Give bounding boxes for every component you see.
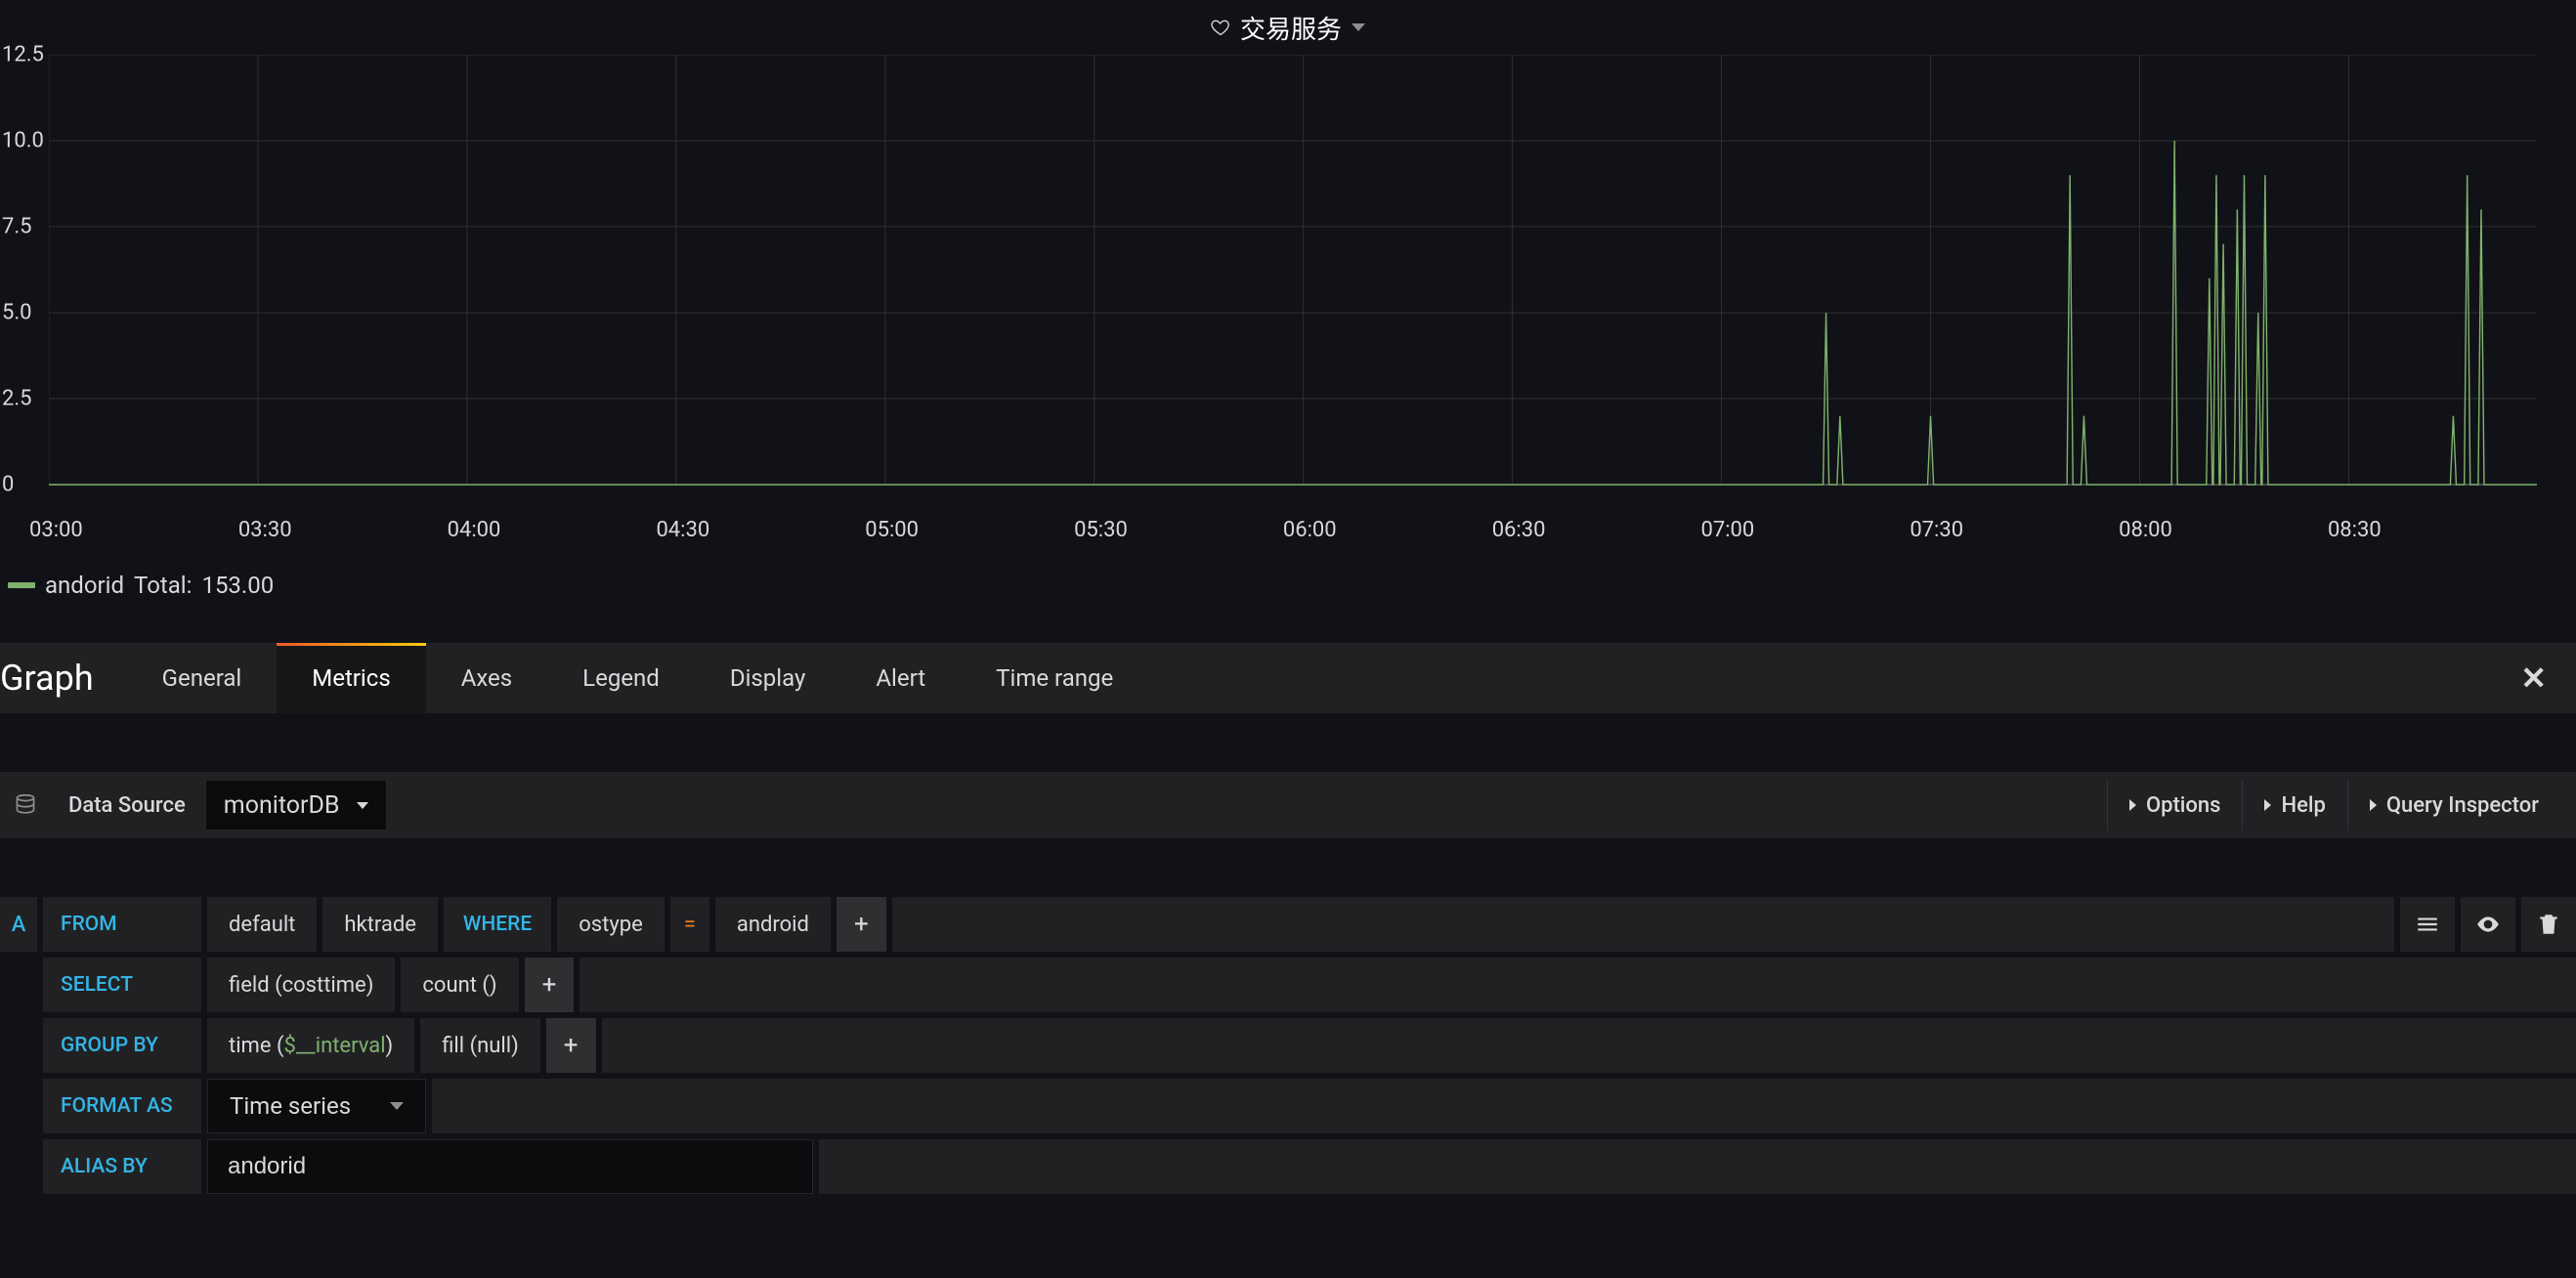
query-row-alias: ALIAS BY: [0, 1139, 2576, 1194]
y-tick-label: 5.0: [2, 301, 32, 325]
select-label: SELECT: [43, 958, 201, 1012]
x-tick-label: 05:30: [1074, 518, 1283, 561]
add-select-button[interactable]: +: [525, 958, 575, 1012]
editor-tab-bar: Graph GeneralMetricsAxesLegendDisplayAle…: [0, 643, 2576, 713]
add-where-button[interactable]: +: [837, 897, 886, 952]
x-tick-label: 08:30: [2328, 518, 2537, 561]
alias-by-label: ALIAS BY: [43, 1139, 201, 1194]
close-icon[interactable]: ✕: [2520, 660, 2547, 697]
panel-type-label: Graph: [0, 658, 127, 699]
legend-total-label: Total:: [134, 572, 192, 599]
from-label: FROM: [43, 897, 201, 952]
legend-total-value: 153.00: [201, 572, 274, 599]
alias-by-input[interactable]: [207, 1139, 813, 1194]
caret-right-icon: [2370, 799, 2377, 811]
tab-display[interactable]: Display: [695, 643, 841, 713]
tab-alert[interactable]: Alert: [840, 643, 961, 713]
toggle-visibility-button[interactable]: [2461, 897, 2515, 952]
add-groupby-button[interactable]: +: [546, 1018, 596, 1073]
help-button[interactable]: Help: [2242, 780, 2346, 831]
chevron-down-icon: [357, 802, 368, 809]
delete-query-button[interactable]: [2521, 897, 2576, 952]
tab-legend[interactable]: Legend: [547, 643, 695, 713]
chart-area[interactable]: 02.55.07.510.012.5: [0, 55, 2576, 524]
tab-general[interactable]: General: [127, 643, 278, 713]
caret-right-icon: [2264, 799, 2271, 811]
chevron-down-icon: [1352, 23, 1365, 31]
tab-metrics[interactable]: Metrics: [277, 643, 425, 713]
caret-right-icon: [2129, 799, 2136, 811]
menu-icon: [2415, 912, 2440, 937]
y-tick-label: 2.5: [2, 387, 32, 411]
x-tick-label: 06:00: [1283, 518, 1492, 561]
tabs-list: GeneralMetricsAxesLegendDisplayAlertTime…: [127, 643, 1149, 713]
format-as-label: FORMAT AS: [43, 1079, 201, 1133]
where-operator[interactable]: =: [670, 897, 709, 952]
where-tag-value[interactable]: android: [715, 897, 831, 952]
x-tick-label: 08:00: [2119, 518, 2328, 561]
x-tick-label: 04:30: [656, 518, 865, 561]
y-tick-label: 7.5: [2, 215, 32, 239]
query-editor: A FROM default hktrade WHERE ostype = an…: [0, 897, 2576, 1194]
datasource-selected: monitorDB: [224, 791, 340, 820]
where-tag-key[interactable]: ostype: [557, 897, 665, 952]
datasource-select[interactable]: monitorDB: [205, 780, 388, 831]
groupby-label: GROUP BY: [43, 1018, 201, 1073]
database-icon: [16, 794, 35, 816]
query-inspector-button[interactable]: Query Inspector: [2347, 780, 2560, 831]
query-letter[interactable]: A: [0, 897, 37, 952]
chevron-down-icon: [390, 1102, 404, 1110]
where-label: WHERE: [444, 897, 551, 952]
query-row-format: FORMAT AS Time series: [0, 1079, 2576, 1133]
select-field[interactable]: field (costtime): [207, 958, 395, 1012]
legend-swatch: [8, 582, 35, 588]
x-tick-label: 05:00: [865, 518, 1074, 561]
legend-row[interactable]: andorid Total: 153.00: [0, 561, 2576, 610]
datasource-bar: Data Source monitorDB Options Help Query…: [0, 772, 2576, 838]
select-agg[interactable]: count (): [401, 958, 518, 1012]
panel-title: 交易服务: [1240, 10, 1342, 46]
x-tick-label: 03:00: [29, 518, 238, 561]
from-measurement[interactable]: hktrade: [322, 897, 438, 952]
format-as-select[interactable]: Time series: [207, 1079, 426, 1133]
x-axis-labels: 03:0003:3004:0004:3005:0005:3006:0006:30…: [0, 518, 2576, 561]
query-row-groupby: GROUP BY time ($__interval) fill (null) …: [0, 1018, 2576, 1073]
x-tick-label: 06:30: [1492, 518, 1701, 561]
datasource-label: Data Source: [68, 793, 186, 818]
x-tick-label: 07:30: [1910, 518, 2119, 561]
groupby-fill[interactable]: fill (null): [420, 1018, 540, 1073]
y-tick-label: 10.0: [2, 129, 44, 153]
legend-name: andorid: [45, 572, 124, 599]
query-row-select: SELECT field (costtime) count () +: [0, 958, 2576, 1012]
x-tick-label: 04:00: [448, 518, 657, 561]
query-row-from: A FROM default hktrade WHERE ostype = an…: [0, 897, 2576, 952]
x-tick-label: 07:00: [1701, 518, 1911, 561]
query-menu-button[interactable]: [2400, 897, 2455, 952]
y-tick-label: 12.5: [2, 43, 44, 67]
tab-time-range[interactable]: Time range: [961, 643, 1148, 713]
trash-icon: [2536, 912, 2561, 937]
eye-icon: [2475, 912, 2501, 937]
chart-svg: [49, 55, 2537, 524]
heart-icon: [1211, 18, 1230, 37]
panel-title-bar[interactable]: 交易服务: [0, 0, 2576, 55]
options-button[interactable]: Options: [2107, 780, 2243, 831]
y-tick-label: 0: [2, 473, 14, 497]
tab-axes[interactable]: Axes: [426, 643, 547, 713]
groupby-time[interactable]: time ($__interval): [207, 1018, 414, 1073]
x-tick-label: 03:30: [238, 518, 448, 561]
from-policy[interactable]: default: [207, 897, 317, 952]
